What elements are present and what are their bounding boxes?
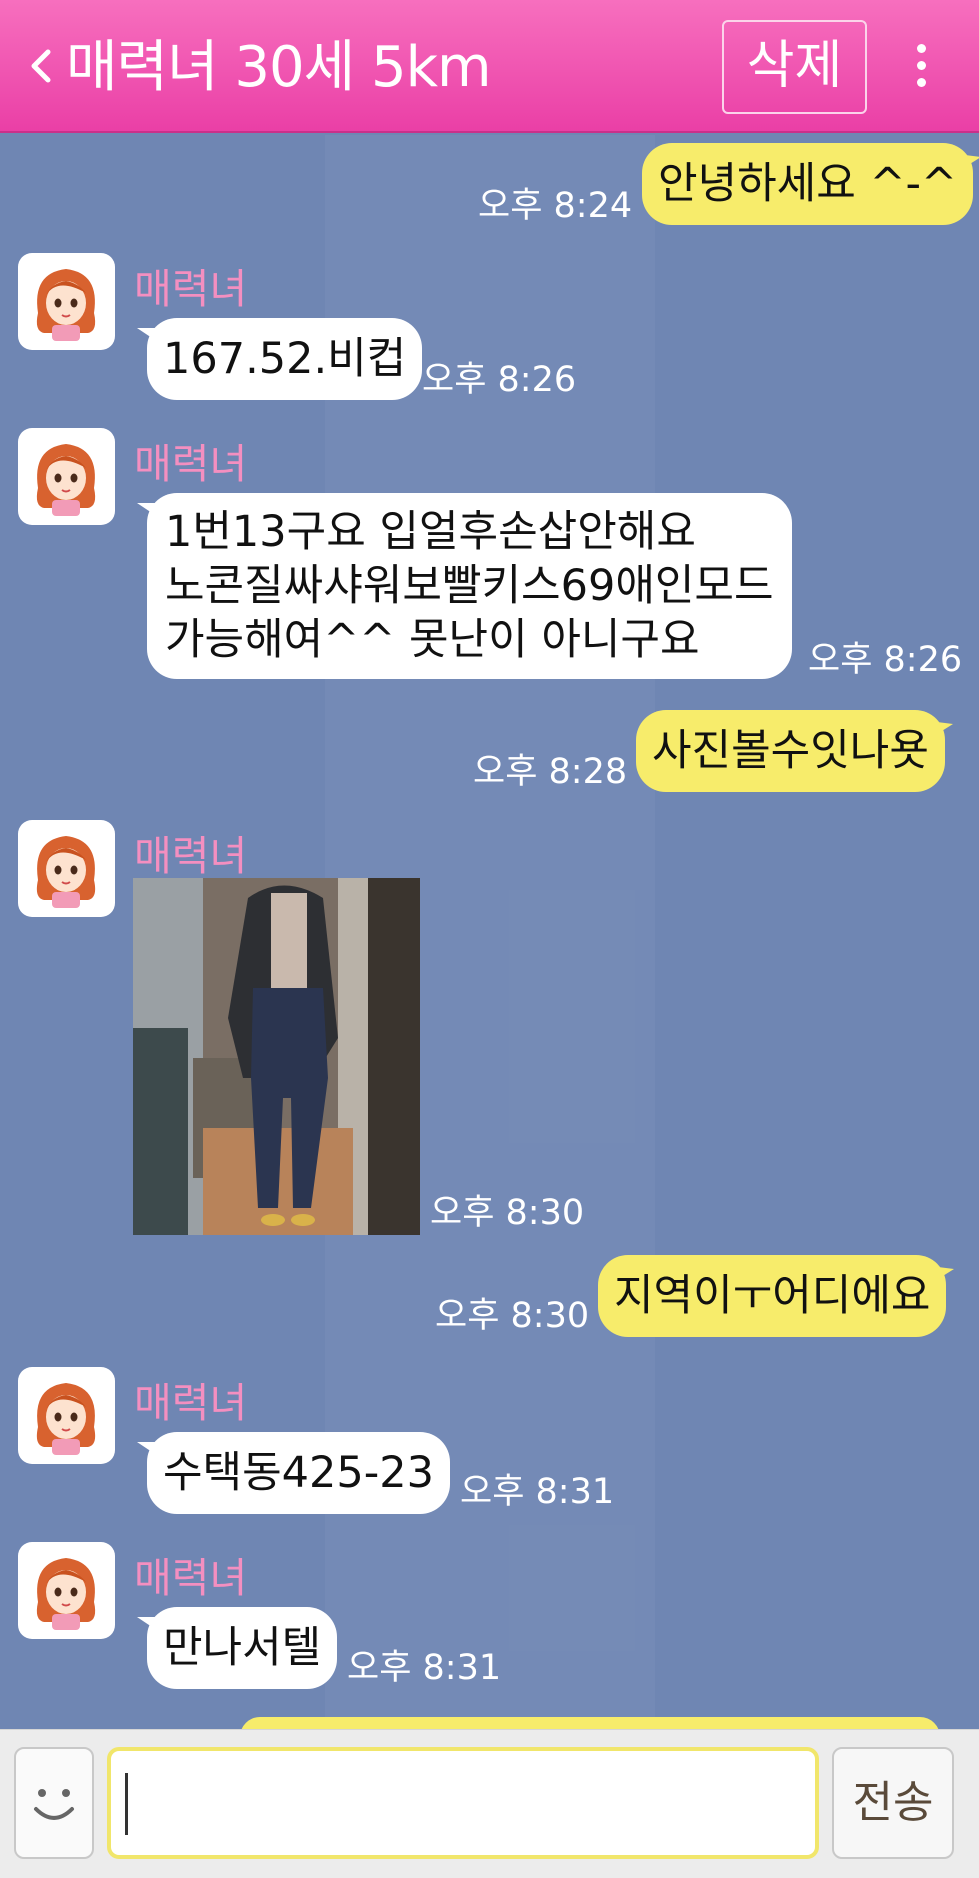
message-input-bar: 전송 xyxy=(0,1729,979,1878)
message-time: 오후 8:30 xyxy=(435,1296,590,1336)
smiley-icon xyxy=(34,1789,74,1820)
more-menu-icon[interactable] xyxy=(906,44,936,90)
sender-name: 매력녀 xyxy=(134,265,248,313)
mirror-selfie-image xyxy=(133,878,420,1235)
message-time: 오후 8:28 xyxy=(473,752,628,792)
message-time: 오후 8:26 xyxy=(422,360,577,400)
sender-name: 매력녀 xyxy=(134,1379,248,1427)
message-line: 노콘질싸샤워보빨키스69애인모드 xyxy=(165,561,774,611)
message-line: 1번13구요 입얼후손삽안해요 xyxy=(165,507,696,557)
message-input[interactable] xyxy=(107,1747,819,1859)
their-message-bubble: 만나서텔 xyxy=(136,1607,338,1689)
message-time: 오후 8:30 xyxy=(430,1193,585,1233)
message-list[interactable]: 안녕하세요 ^-^ 오후 8:24 매력녀 167.52.비컵 오후 8:26 … xyxy=(0,135,979,1729)
their-message-bubble: 167.52.비컵 xyxy=(136,318,423,400)
back-chevron-icon[interactable] xyxy=(22,46,62,86)
girl-avatar-icon xyxy=(36,1383,96,1455)
chat-header: 매력녀 30세 5km 삭제 xyxy=(0,0,979,133)
message-time: 오후 8:26 xyxy=(808,640,963,680)
avatar[interactable] xyxy=(18,1542,115,1639)
their-message-bubble: 1번13구요 입얼후손삽안해요 노콘질싸샤워보빨키스69애인모드 가능해여^^ … xyxy=(137,493,792,679)
avatar[interactable] xyxy=(18,428,115,525)
message-time: 오후 8:24 xyxy=(478,186,633,226)
avatar[interactable] xyxy=(18,1367,115,1464)
avatar[interactable] xyxy=(18,253,115,350)
my-message-bubble: 안녕하세요 ^-^ xyxy=(642,143,979,225)
girl-avatar-icon xyxy=(36,1558,96,1630)
photo-attachment[interactable] xyxy=(133,878,420,1235)
text-caret xyxy=(125,1773,128,1835)
send-button[interactable]: 전송 xyxy=(832,1747,954,1859)
message-time: 오후 8:31 xyxy=(460,1472,615,1512)
girl-avatar-icon xyxy=(36,836,96,908)
my-message-bubble-partial xyxy=(240,1717,940,1729)
message-time: 오후 8:31 xyxy=(347,1648,502,1688)
message-line: 가능해여^^ 못난이 아니구요 xyxy=(165,615,700,665)
girl-avatar-icon xyxy=(36,444,96,516)
sender-name: 매력녀 xyxy=(134,1554,248,1602)
sender-name: 매력녀 xyxy=(134,440,248,488)
their-message-bubble: 수택동425-23 xyxy=(137,1432,450,1514)
delete-button[interactable]: 삭제 xyxy=(722,20,867,114)
emoticon-button[interactable] xyxy=(14,1747,94,1859)
my-message-bubble: 사진볼수잇나욧 xyxy=(636,710,953,792)
sender-name: 매력녀 xyxy=(134,832,248,880)
chat-title: 매력녀 30세 5km xyxy=(66,35,492,100)
my-message-bubble: 지역이ㅜ어디에요 xyxy=(598,1255,955,1337)
girl-avatar-icon xyxy=(36,269,96,341)
avatar[interactable] xyxy=(18,820,115,917)
